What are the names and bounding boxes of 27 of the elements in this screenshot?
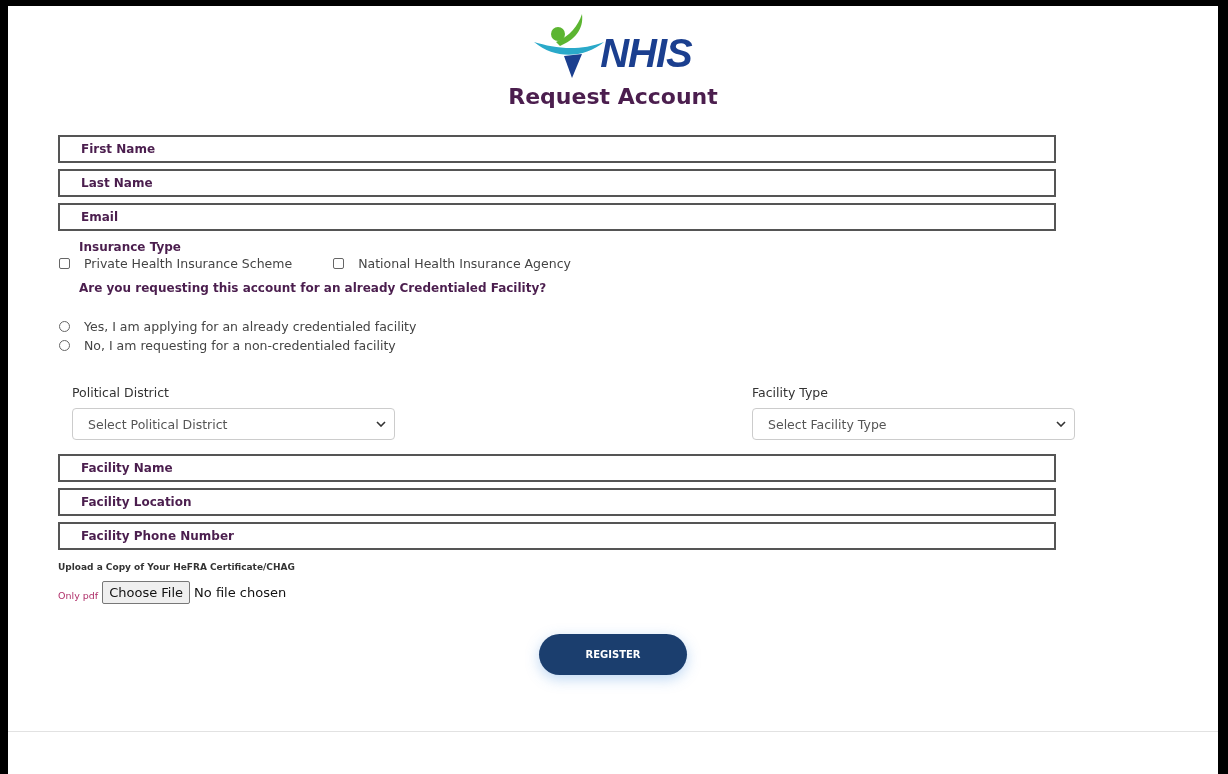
chevron-down-icon — [1056, 421, 1066, 427]
hint-text: Only pdf — [58, 590, 99, 601]
text-field[interactable]: First Name — [58, 135, 1056, 163]
checkbox[interactable] — [333, 258, 345, 269]
option-label: National Health Insurance Agency — [358, 256, 571, 271]
dropdown[interactable]: Select Facility Type — [752, 408, 1075, 440]
option-label: Private Health Insurance Scheme — [84, 256, 293, 271]
dropdown[interactable]: Select Political District — [72, 408, 395, 440]
option-label: No, I am requesting for a non-credentialed facility — [84, 338, 396, 353]
section-label: Insurance Type — [79, 240, 182, 254]
text-field[interactable]: Facility Location — [58, 488, 1056, 516]
upload-label: Upload a Copy of Your HeFRA Certificate/CHAG — [58, 562, 296, 572]
logo-text: NHIS — [600, 31, 692, 76]
checkbox[interactable] — [59, 258, 70, 269]
text-field[interactable]: Facility Name — [58, 454, 1056, 482]
register-button[interactable]: REGISTER — [539, 634, 687, 675]
chevron-down-icon — [376, 421, 386, 427]
select-label: Political District — [72, 385, 170, 400]
text-field[interactable]: Facility Phone Number — [58, 522, 1056, 550]
option-label: Yes, I am applying for an already credentialed facility — [84, 319, 417, 334]
page-title: Request Account — [508, 84, 718, 109]
text-field[interactable]: Email — [58, 203, 1056, 231]
choose-file-button[interactable]: Choose File — [102, 581, 191, 604]
text-field[interactable]: Last Name — [58, 169, 1056, 197]
file-status: No file chosen — [194, 585, 287, 600]
select-label: Facility Type — [752, 385, 829, 400]
question-label: Are you requesting this account for an already Credentialed Facility? — [79, 281, 548, 295]
